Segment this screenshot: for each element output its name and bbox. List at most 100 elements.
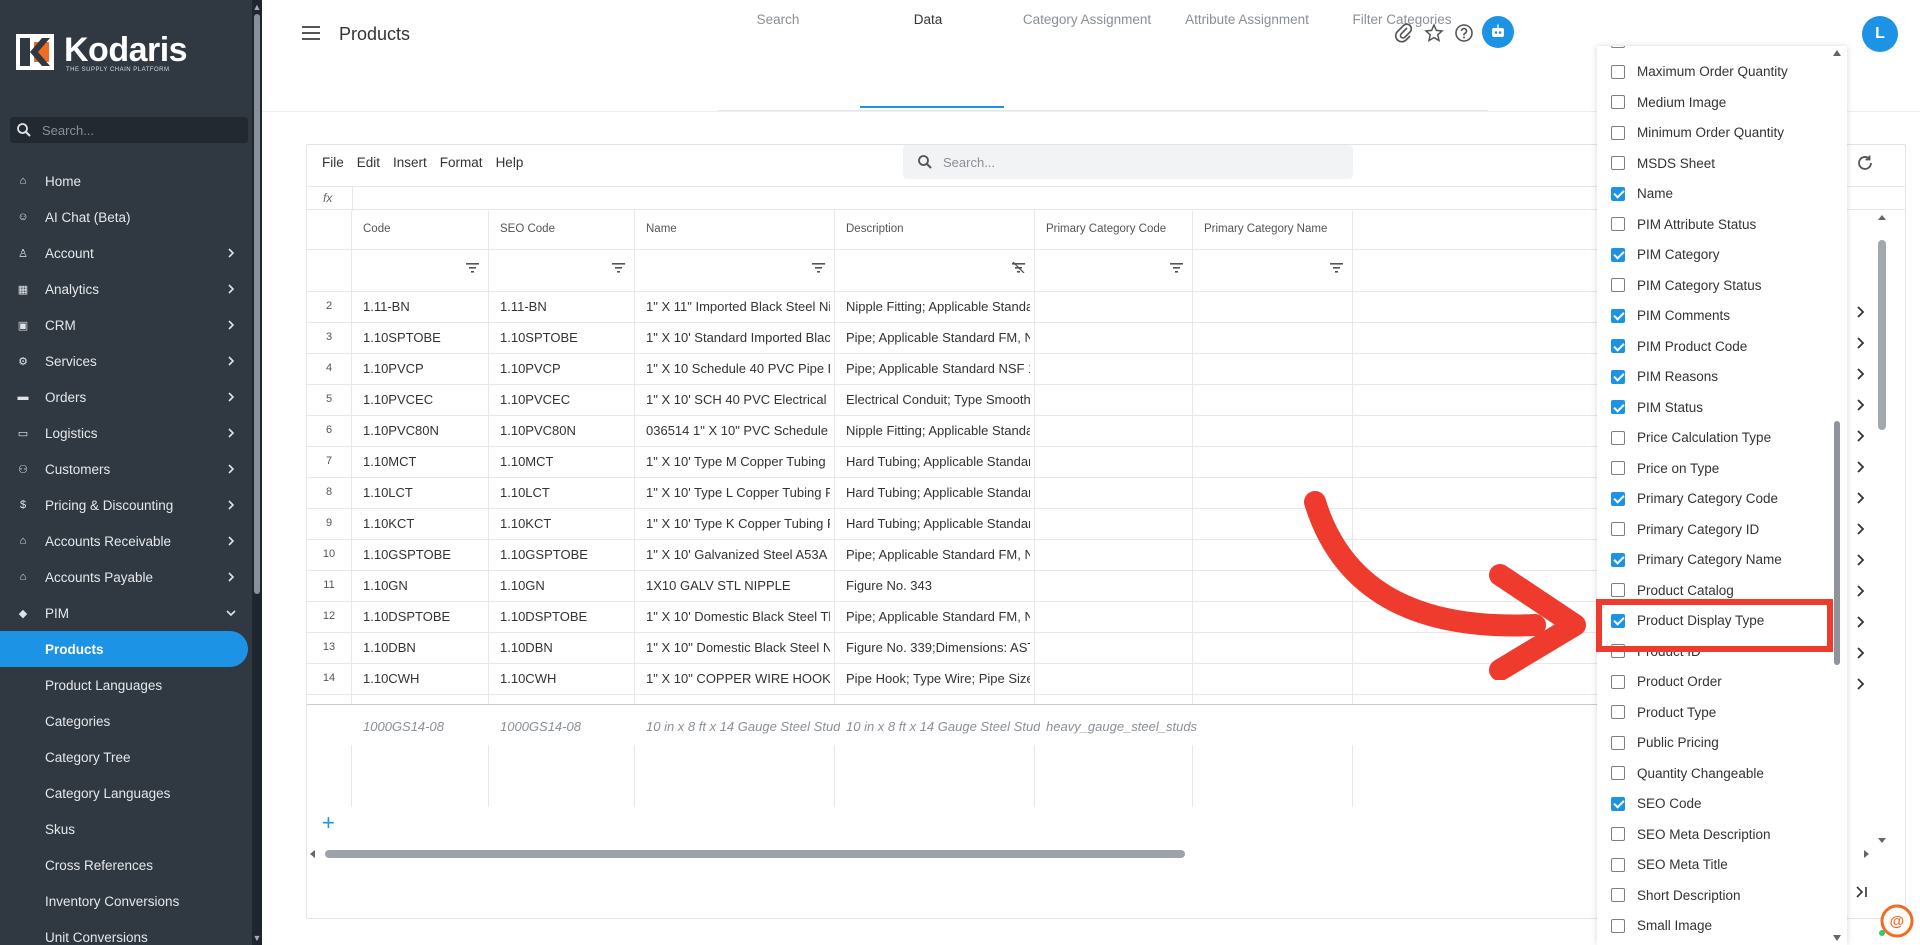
table-cell[interactable]: 1.10GN — [500, 578, 545, 593]
checkbox-unchecked[interactable] — [1611, 918, 1625, 933]
filter-icon[interactable] — [466, 262, 479, 273]
scroll-right-icon[interactable] — [1862, 850, 1870, 858]
new-row-cell[interactable]: 10 in x 8 ft x 14 Gauge Steel Stud — [846, 719, 1040, 734]
sidebar-item-services[interactable]: ⚙ Services — [0, 343, 252, 379]
checkbox-unchecked[interactable] — [1611, 888, 1625, 902]
scroll-up-icon[interactable]: ▲ — [252, 2, 262, 12]
column-header[interactable]: Primary Category Name — [1204, 223, 1327, 235]
column-option-product-type[interactable]: Product Type — [1611, 701, 1716, 723]
table-cell[interactable]: Figure No. 339;Dimensions: ASTM ... — [846, 640, 1030, 655]
column-option-primary-category-code[interactable]: Primary Category Code — [1611, 488, 1778, 510]
table-cell[interactable]: Nipple Fitting; Applicable Standard ... — [846, 299, 1030, 314]
sidebar-item-home[interactable]: ⌂ Home — [0, 163, 252, 199]
table-cell[interactable]: 1.10SPTOBE — [363, 330, 441, 345]
table-cell[interactable]: 1.10GN — [363, 578, 408, 593]
table-cell[interactable]: 1.10MCT — [500, 454, 553, 469]
sidebar-item-skus[interactable]: Skus — [0, 811, 252, 847]
table-cell[interactable]: 1" X 10' SCH 40 PVC Electrical Con... — [646, 392, 830, 407]
table-cell[interactable]: 1" X 10" COPPER WIRE HOOK (55... — [646, 671, 830, 686]
column-option-pim-category-status[interactable]: PIM Category Status — [1611, 274, 1762, 296]
chevron-right-icon[interactable] — [1855, 336, 1867, 350]
new-row-cell[interactable]: 1000GS14-08 — [500, 719, 581, 734]
checkbox-checked[interactable] — [1611, 369, 1625, 384]
checkbox-checked[interactable] — [1611, 339, 1625, 353]
checkbox-unchecked[interactable] — [1611, 46, 1625, 48]
column-option-price-calculation-type[interactable]: Price Calculation Type — [1611, 427, 1771, 449]
menu-help[interactable]: Help — [496, 155, 524, 170]
grid-vertical-scroll-thumb[interactable] — [1878, 240, 1886, 430]
checkbox-unchecked[interactable] — [1611, 522, 1625, 536]
table-cell[interactable]: 1.10LCT — [500, 485, 550, 500]
table-cell[interactable]: Electrical Conduit; Type Smooth Soli... — [846, 392, 1030, 407]
sidebar-item-logistics[interactable]: ▭ Logistics — [0, 415, 252, 451]
horizontal-scrollbar[interactable] — [307, 847, 1597, 859]
sidebar-scroll-thumb[interactable] — [254, 14, 260, 594]
table-cell[interactable]: 036514 1" X 10" PVC Schedule 80 ... — [646, 423, 830, 438]
chevron-right-icon[interactable] — [1855, 677, 1867, 691]
table-cell[interactable]: 1.10DSPTOBE — [363, 609, 450, 624]
checkbox-unchecked[interactable] — [1611, 583, 1625, 597]
sidebar-item-categories[interactable]: Categories — [0, 703, 252, 739]
table-cell[interactable]: Hard Tubing; Applicable Standard ... — [846, 454, 1030, 469]
checkbox-checked[interactable] — [1611, 247, 1625, 262]
checkbox-unchecked[interactable] — [1611, 857, 1625, 872]
checkbox-checked[interactable] — [1611, 491, 1625, 506]
table-cell[interactable]: Pipe Hook; Type Wire; Pipe Size 1"; ... — [846, 671, 1030, 686]
column-option-seo-code[interactable]: SEO Code — [1611, 793, 1702, 815]
table-cell[interactable]: 1" X 10 Schedule 40 PVC Pipe Per L... — [646, 361, 830, 376]
table-cell[interactable]: 1.10DBN — [500, 640, 553, 655]
table-cell[interactable]: 1" X 10" Domestic Black Steel Nipple — [646, 640, 830, 655]
chevron-right-icon[interactable] — [1855, 553, 1867, 567]
tab-category-assignment[interactable]: Category Assignment — [1012, 0, 1162, 42]
table-cell[interactable]: Hard Tubing; Applicable Standard ... — [846, 516, 1030, 531]
checkbox-checked[interactable] — [1611, 552, 1625, 567]
tab-search[interactable]: Search — [718, 0, 838, 42]
add-row-button[interactable]: + — [322, 812, 342, 834]
checkbox-unchecked[interactable] — [1611, 766, 1625, 780]
chevron-right-icon[interactable] — [1855, 615, 1867, 629]
scroll-left-icon[interactable] — [309, 850, 317, 858]
tab-attribute-assignment[interactable]: Attribute Assignment — [1172, 0, 1322, 42]
new-row[interactable]: 1000GS14-08 1000GS14-08 10 in x 8 ft x 14 … — [307, 705, 1597, 745]
chevron-right-icon[interactable] — [1855, 367, 1867, 381]
sidebar-item-customers[interactable]: ⚇ Customers — [0, 451, 252, 487]
checkbox-unchecked[interactable] — [1611, 156, 1625, 170]
ai-assistant-button[interactable] — [1482, 16, 1514, 48]
column-option-pim-reasons[interactable]: PIM Reasons — [1611, 366, 1718, 388]
kodaris-logo[interactable]: Kodaris THE SUPPLY CHAIN PLATFORM — [16, 32, 216, 73]
new-row-cell[interactable]: 1000GS14-08 — [363, 719, 444, 734]
column-option-price-on-type[interactable]: Price on Type — [1611, 457, 1719, 479]
filter-off-icon[interactable] — [1012, 262, 1025, 273]
chat-support-icon[interactable]: @ — [1878, 902, 1914, 938]
table-cell[interactable]: Pipe; Applicable Standard FM, NSF... — [846, 609, 1030, 624]
chevron-right-icon[interactable] — [1855, 429, 1867, 443]
column-header[interactable]: Primary Category Code — [1046, 223, 1166, 235]
table-cell[interactable]: 1.10KCT — [363, 516, 414, 531]
table-row[interactable]: 5 1.10PVCEC 1.10PVCEC 1" X 10' SCH 40 PVC E… — [307, 384, 1597, 415]
column-option-primary-category-id[interactable]: Primary Category ID — [1611, 518, 1759, 540]
table-cell[interactable]: 1" X 10' Galvanized Steel A53A ER... — [646, 547, 830, 562]
chevron-right-icon[interactable] — [1855, 460, 1867, 474]
table-cell[interactable]: 1.10PVCP — [363, 361, 424, 376]
column-option-seo-meta-title[interactable]: SEO Meta Title — [1611, 854, 1728, 876]
table-cell[interactable]: 1" X 10' Type M Copper Tubing Per ... — [646, 454, 830, 469]
sidebar-item-unit-conversions[interactable]: Unit Conversions — [0, 919, 252, 945]
table-row[interactable]: 2 1.11-BN 1.11-BN 1" X 11" Imported Black S… — [307, 291, 1597, 322]
table-cell[interactable]: 1" X 10' Type K Copper Tubing Per F... — [646, 516, 830, 531]
checkbox-unchecked[interactable] — [1611, 125, 1625, 140]
checkbox-unchecked[interactable] — [1611, 674, 1625, 689]
checkbox-checked[interactable] — [1611, 796, 1625, 811]
tab-data[interactable]: Data — [860, 0, 996, 42]
table-cell[interactable]: 1.10CWH — [363, 671, 419, 686]
table-cell[interactable]: 1.10PVCEC — [363, 392, 433, 407]
checkbox-unchecked[interactable] — [1611, 95, 1625, 109]
table-cell[interactable]: 1.10PVC80N — [500, 423, 576, 438]
sidebar-item-product-languages[interactable]: Product Languages — [0, 667, 252, 703]
checkbox-unchecked[interactable] — [1611, 827, 1625, 841]
column-chooser-scroll-thumb[interactable] — [1834, 421, 1840, 665]
column-option-short-description[interactable]: Short Description — [1611, 884, 1741, 906]
sidebar-item-accounts-receivable[interactable]: ⌂ Accounts Receivable — [0, 523, 252, 559]
column-option-product-catalog[interactable]: Product Catalog — [1611, 579, 1734, 601]
menu-insert[interactable]: Insert — [393, 155, 427, 170]
table-cell[interactable]: Pipe; Applicable Standard NSF 14/6... — [846, 361, 1030, 376]
